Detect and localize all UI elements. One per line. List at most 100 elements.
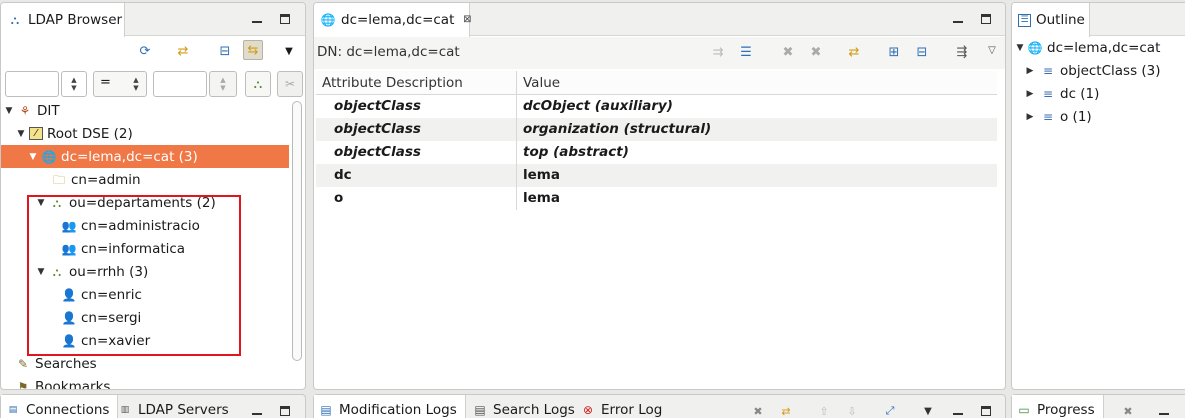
tree-item-lema-cat[interactable]: ▼ 🌐 dc=lema,dc=cat (3) — [1, 145, 289, 168]
attribute-spinner[interactable]: ▲ ▼ — [61, 71, 87, 97]
tab-modification-logs[interactable]: ▤ Modification Logs — [314, 395, 466, 418]
tree-item-label: cn=admin — [71, 171, 141, 188]
sort-button[interactable]: ☰ — [736, 42, 756, 62]
next-page-button[interactable]: ⇩ — [844, 403, 860, 418]
tree-item-xavier[interactable]: 👤 cn=xavier — [61, 329, 289, 352]
view-menu-button[interactable]: ▼ — [920, 403, 936, 418]
tab-connections[interactable]: ▤ Connections — [1, 395, 119, 418]
outline-item-dc[interactable]: ▶ ≡ dc (1) — [1024, 82, 1185, 105]
tree-item-label: cn=xavier — [81, 332, 151, 349]
run-quick-search-button[interactable]: ⛬ — [245, 71, 271, 97]
filter-button[interactable]: ⇶ — [952, 42, 972, 62]
attribute-icon: ≡ — [1042, 86, 1054, 101]
previous-page-button[interactable]: ⇧ — [816, 403, 832, 418]
group-icon: 👥 — [61, 241, 77, 256]
minimize-button[interactable] — [249, 11, 265, 27]
collapse-arrow-icon: ▼ — [5, 105, 13, 116]
move-down-button[interactable]: ⇉ — [708, 42, 728, 62]
minimize-icon — [252, 413, 262, 415]
expand-all-button[interactable]: ⊞ — [884, 42, 904, 62]
bookmarks-icon: ⚑ — [17, 379, 29, 390]
collapse-all-button[interactable]: ⊟ — [912, 42, 932, 62]
tab-entry-editor[interactable]: 🌐 dc=lema,dc=cat ⊠ — [314, 3, 472, 37]
tree-item-administracio[interactable]: 👥 cn=administracio — [61, 214, 289, 237]
searches-icon: ✎ — [17, 356, 29, 371]
minimize-button[interactable] — [950, 11, 966, 27]
tree-item-bookmarks[interactable]: ⚑ Bookmarks — [15, 375, 289, 390]
table-row[interactable]: dc lema — [316, 164, 997, 187]
column-header-attribute[interactable]: Attribute Description — [316, 71, 516, 95]
globe-entry-icon: 🌐 — [41, 149, 57, 164]
person-icon: 👤 — [61, 333, 77, 348]
column-header-value[interactable]: Value — [516, 71, 997, 95]
tree-item-enric[interactable]: 👤 cn=enric — [61, 283, 289, 306]
export-button[interactable]: ⤢ — [882, 403, 898, 418]
tab-outline-label: Outline — [1036, 12, 1085, 28]
value-input[interactable] — [153, 71, 207, 97]
tree-item-label: Searches — [35, 355, 97, 372]
clear-quick-search-button[interactable]: ✂ — [277, 71, 303, 97]
outline-item-objectclass[interactable]: ▶ ≡ objectClass (3) — [1024, 59, 1185, 82]
view-menu-button[interactable]: ▼ — [279, 41, 299, 61]
table-row[interactable]: o lema — [316, 187, 997, 210]
delete-button[interactable]: ✖ — [778, 42, 798, 62]
tree-item-dit[interactable]: ▼ ⚘ DIT — [3, 99, 289, 122]
tree-item-rrhh[interactable]: ▼ ⛬ ou=rrhh (3) — [35, 260, 289, 283]
operator-arrows-icon: ▲ ▼ — [133, 76, 139, 92]
tree-item-label: dc=lema,dc=cat (3) — [61, 148, 198, 165]
maximize-button[interactable] — [277, 11, 293, 27]
link-button[interactable]: ⇆ — [243, 40, 263, 60]
outline-item-o[interactable]: ▶ ≡ o (1) — [1024, 105, 1185, 128]
refresh-button[interactable]: ⇄ — [844, 42, 864, 62]
minimize-button[interactable] — [249, 403, 265, 418]
delete-all-button[interactable]: ✖ — [806, 42, 826, 62]
remove-all-button[interactable]: ✖ — [1120, 403, 1136, 418]
tab-progress[interactable]: ▭ Progress — [1012, 395, 1104, 418]
operator-select[interactable]: = ▲ ▼ — [93, 71, 147, 97]
tree-item-root-dse[interactable]: ▼ ⁄ Root DSE (2) — [15, 122, 289, 145]
value-cell: organization (structural) — [523, 121, 712, 137]
dit-icon: ⚘ — [19, 103, 31, 118]
refresh-button[interactable]: ⇄ — [173, 41, 193, 61]
link-with-editor-button[interactable]: ⟳ — [135, 41, 155, 61]
tree-scrollbar[interactable] — [291, 101, 303, 389]
maximize-button[interactable] — [978, 403, 994, 418]
tab-error-log-label: Error Log — [601, 402, 663, 418]
search-logs-icon: ▤ — [474, 403, 486, 417]
collapse-all-button[interactable]: ⊟ — [215, 41, 235, 61]
tab-search-logs[interactable]: ▤ Search Logs — [466, 395, 583, 418]
tree-item-departaments[interactable]: ▼ ⛬ ou=departaments (2) — [35, 191, 289, 214]
table-row[interactable]: objectClass top (abstract) — [316, 141, 997, 164]
minimize-button[interactable] — [950, 403, 966, 418]
tab-ldap-browser[interactable]: ⛬ LDAP Browser — [1, 3, 125, 37]
dn-bar: DN: dc=lema,dc=cat ⇉ ☰ ✖ ✖ ⇄ ⊞ ⊟ ⇶ ▽ — [314, 37, 1005, 69]
editor-tabbar: 🌐 dc=lema,dc=cat ⊠ — [314, 3, 1005, 37]
maximize-button[interactable] — [277, 403, 293, 418]
clear-log-button[interactable]: ✖ — [750, 403, 766, 418]
scrollbar-thumb[interactable] — [292, 101, 302, 361]
spinner-arrows-icon: ▲ ▼ — [71, 76, 77, 92]
maximize-button[interactable] — [978, 11, 994, 27]
table-row[interactable]: objectClass dcObject (auxiliary) — [316, 95, 997, 118]
tab-ldap-servers[interactable]: ▥ LDAP Servers — [111, 395, 237, 418]
value-spinner[interactable]: ▲ ▼ — [209, 71, 237, 97]
tab-ldap-servers-label: LDAP Servers — [138, 402, 229, 418]
tree-item-searches[interactable]: ✎ Searches — [15, 352, 289, 375]
outline-tabbar: ☰ Outline — [1012, 3, 1185, 37]
table-row[interactable]: objectClass organization (structural) — [316, 118, 997, 141]
tab-error-log[interactable]: ⊗ Error Log — [574, 395, 670, 418]
tree-item-admin[interactable]: 🗀 cn=admin — [51, 168, 289, 191]
attribute-input[interactable] — [5, 71, 59, 97]
dit-tree: ▼ ⚘ DIT ▼ ⁄ Root DSE (2) ▼ 🌐 dc=lema,dc=… — [1, 99, 305, 389]
group-icon: 👥 — [61, 218, 77, 233]
refresh-log-button[interactable]: ⇄ — [778, 403, 794, 418]
tree-item-informatica[interactable]: 👥 cn=informatica — [61, 237, 289, 260]
root-dse-icon: ⁄ — [29, 127, 43, 140]
outline-item-root[interactable]: ▼ 🌐 dc=lema,dc=cat — [1014, 36, 1185, 59]
tab-outline[interactable]: ☰ Outline — [1012, 3, 1090, 37]
view-menu-button[interactable]: ▽ — [982, 40, 1002, 60]
close-icon[interactable]: ⊠ — [459, 12, 475, 28]
attribute-cell: o — [334, 190, 344, 206]
minimize-button[interactable] — [1156, 403, 1172, 418]
tree-item-sergi[interactable]: 👤 cn=sergi — [61, 306, 289, 329]
